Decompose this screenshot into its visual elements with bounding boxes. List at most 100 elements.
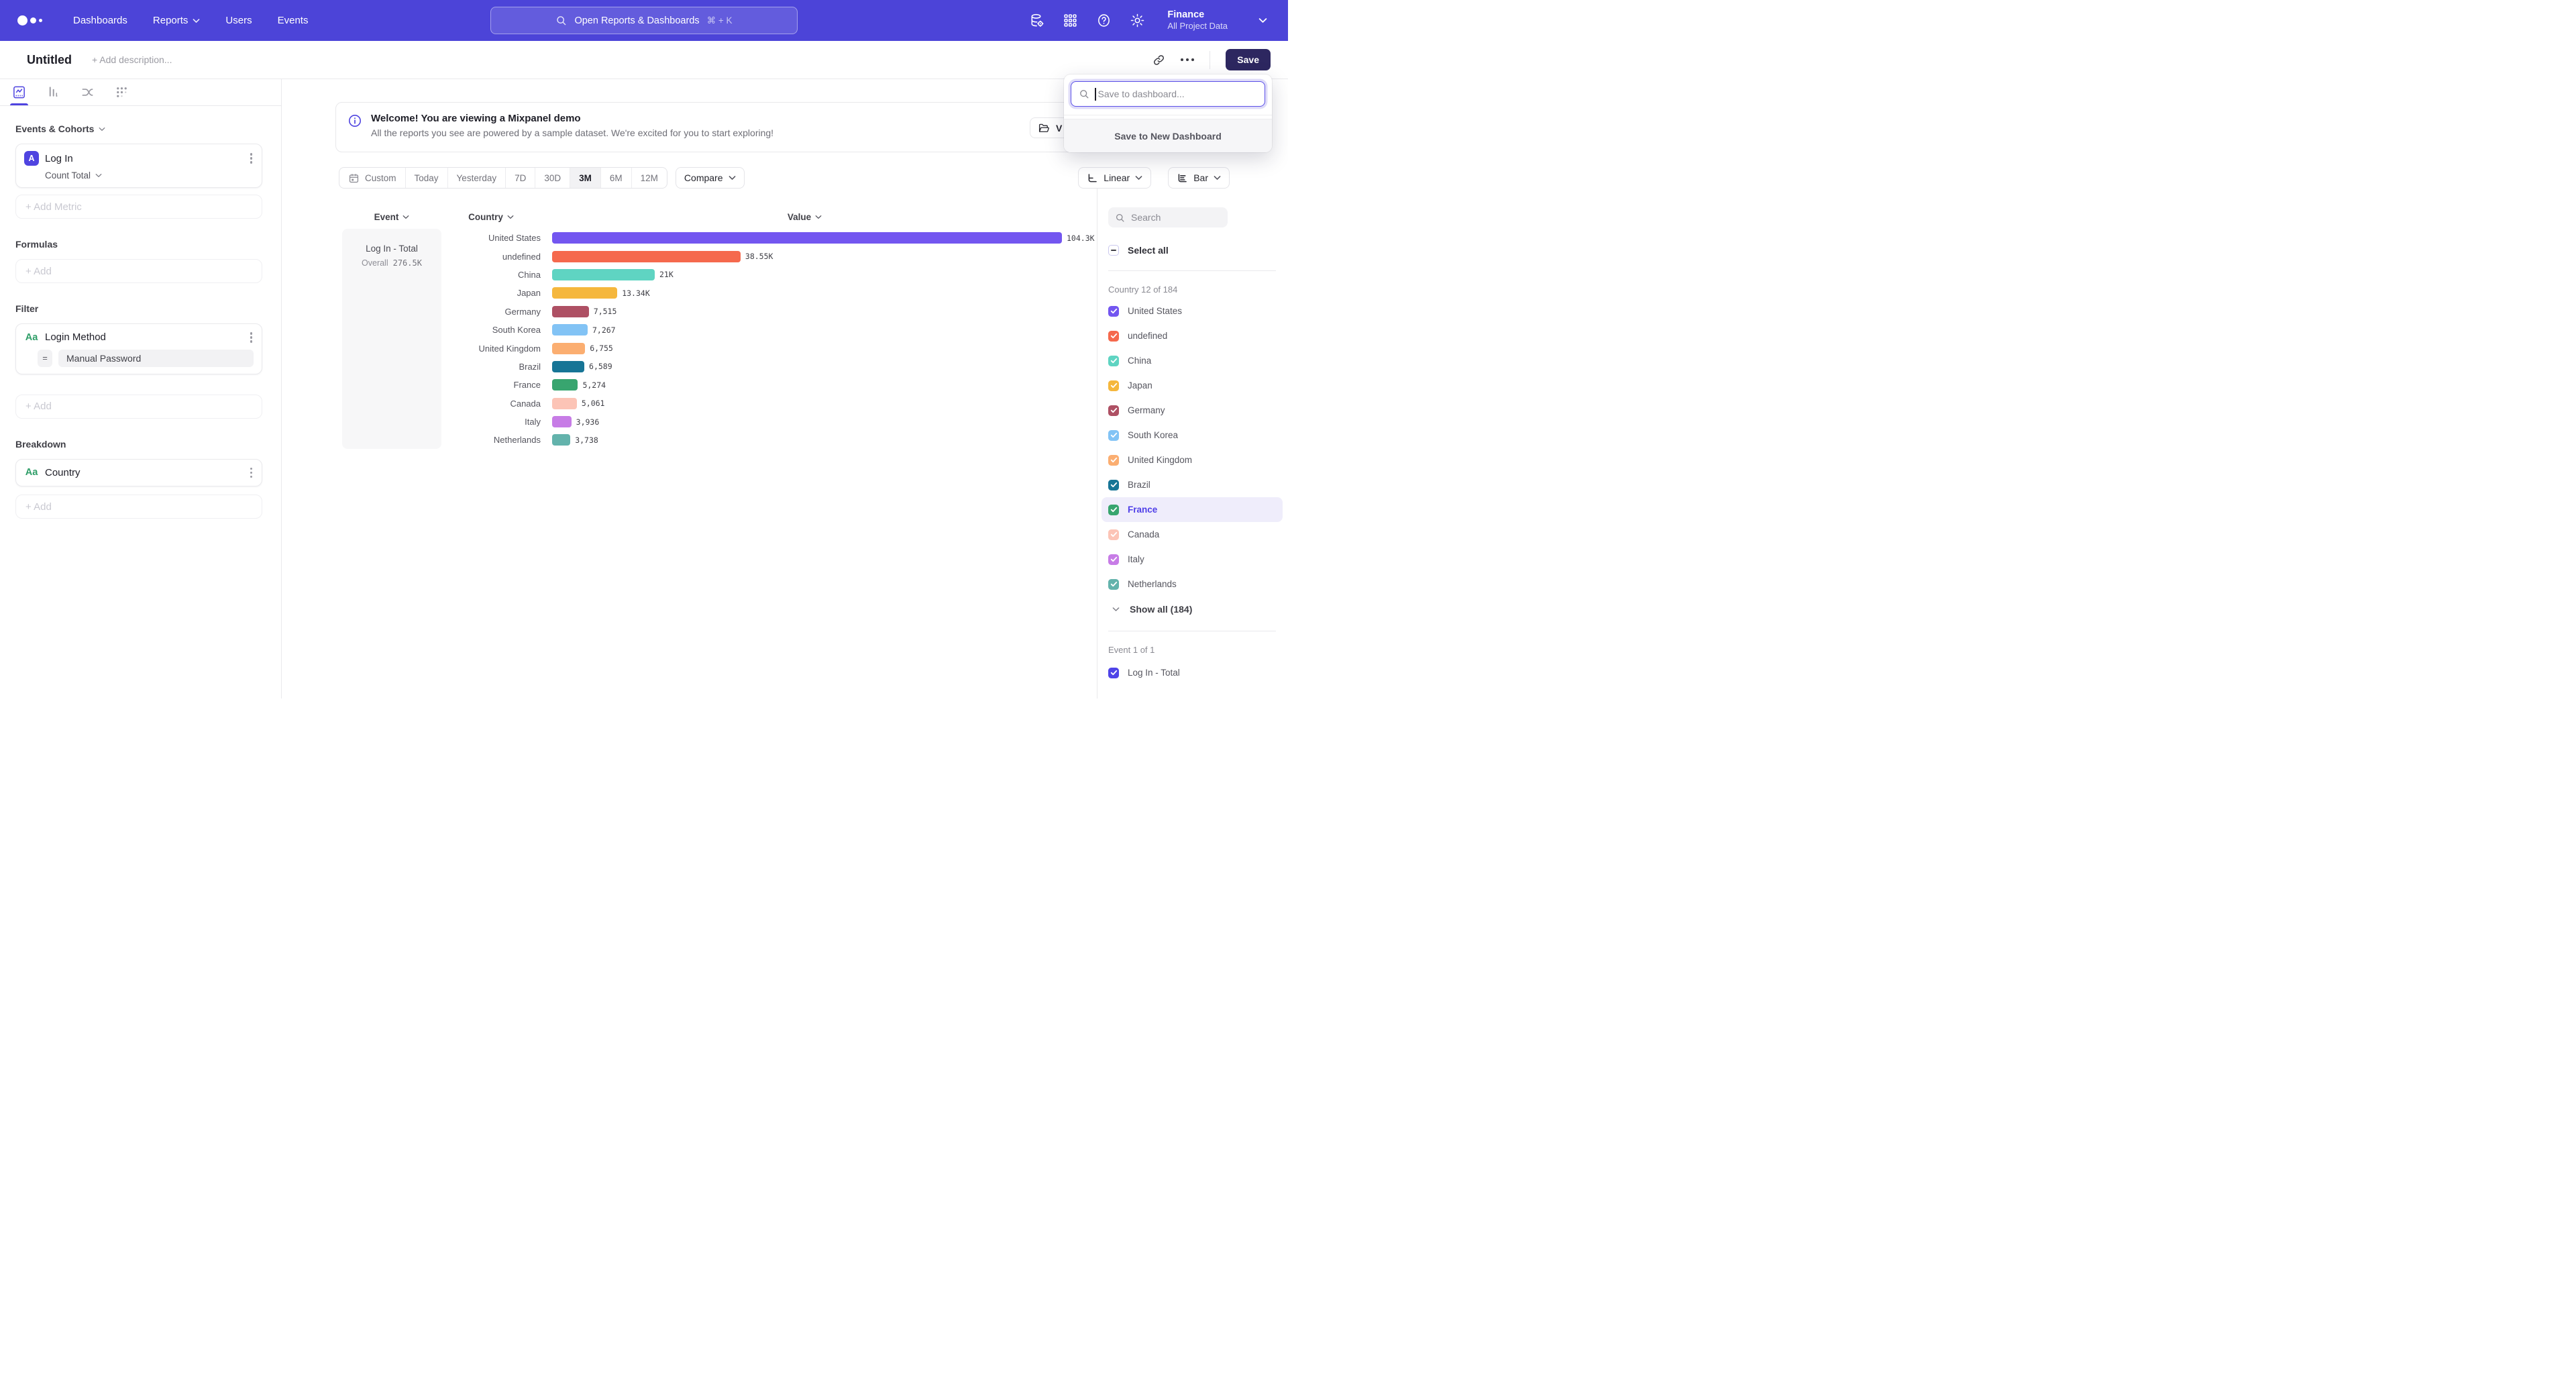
- bar[interactable]: [552, 343, 585, 354]
- data-management-icon[interactable]: [1029, 13, 1044, 28]
- help-icon[interactable]: [1096, 13, 1112, 28]
- bar-row: undefined 38.55K: [441, 247, 1097, 265]
- add-filter-button[interactable]: + Add: [15, 395, 262, 419]
- add-metric-button[interactable]: + Add Metric: [15, 195, 262, 219]
- kebab-menu-icon[interactable]: [249, 466, 254, 480]
- bar[interactable]: [552, 434, 570, 446]
- date-3m-selected[interactable]: 3M: [570, 168, 601, 188]
- legend-item[interactable]: United States: [1102, 299, 1283, 323]
- bar[interactable]: [552, 251, 741, 262]
- legend-item[interactable]: Japan: [1102, 373, 1283, 398]
- date-yesterday[interactable]: Yesterday: [448, 168, 506, 188]
- kebab-menu-icon[interactable]: [249, 331, 254, 344]
- filter-card-login-method[interactable]: Aa Login Method = Manual Password: [15, 323, 262, 374]
- add-breakdown-button[interactable]: + Add: [15, 495, 262, 519]
- checkbox-checked[interactable]: [1108, 455, 1119, 466]
- folder-open-icon: [1038, 122, 1050, 134]
- checkbox-checked[interactable]: [1108, 529, 1119, 540]
- checkbox-checked[interactable]: [1108, 505, 1119, 515]
- legend-item[interactable]: Netherlands: [1102, 572, 1283, 597]
- date-custom[interactable]: Custom: [339, 168, 406, 188]
- legend-panel: Search Select all Country 12 of 184 Unit…: [1097, 189, 1288, 698]
- checkbox-checked[interactable]: [1108, 356, 1119, 366]
- legend-search-input[interactable]: Search: [1108, 207, 1228, 227]
- add-description-field[interactable]: + Add description...: [92, 54, 172, 65]
- tab-funnels[interactable]: [46, 79, 61, 105]
- checkbox-checked[interactable]: [1108, 668, 1119, 678]
- chevron-down-icon: [815, 215, 822, 219]
- nav-dashboards[interactable]: Dashboards: [73, 15, 127, 26]
- nav-events[interactable]: Events: [278, 15, 309, 26]
- chevron-down-icon: [1135, 175, 1142, 180]
- filter-operator[interactable]: =: [38, 350, 52, 367]
- metric-card-log-in[interactable]: A Log In Count Total: [15, 144, 262, 188]
- checkbox-checked[interactable]: [1108, 430, 1119, 441]
- column-header-country[interactable]: Country: [441, 212, 541, 222]
- nav-reports[interactable]: Reports: [153, 15, 201, 26]
- calendar-icon: [348, 172, 360, 184]
- column-header-value[interactable]: Value: [552, 212, 1057, 222]
- tab-flows[interactable]: [80, 79, 95, 105]
- copy-link-icon[interactable]: [1152, 54, 1165, 66]
- date-12m[interactable]: 12M: [632, 168, 667, 188]
- save-button[interactable]: Save: [1226, 49, 1271, 70]
- legend-item[interactable]: Italy: [1102, 547, 1283, 572]
- checkbox-checked[interactable]: [1108, 380, 1119, 391]
- tab-retention[interactable]: [114, 79, 129, 105]
- legend-item[interactable]: United Kingdom: [1102, 448, 1283, 472]
- select-all-row[interactable]: Select all: [1108, 245, 1276, 256]
- scale-selector[interactable]: Linear: [1078, 167, 1151, 189]
- bar[interactable]: [552, 398, 577, 409]
- bar[interactable]: [552, 324, 588, 335]
- global-search[interactable]: Open Reports & Dashboards ⌘ + K: [490, 7, 798, 34]
- date-6m[interactable]: 6M: [601, 168, 632, 188]
- mixpanel-logo-icon[interactable]: [17, 15, 42, 25]
- legend-item-event[interactable]: Log In - Total: [1102, 660, 1283, 685]
- date-today[interactable]: Today: [406, 168, 448, 188]
- checkbox-checked[interactable]: [1108, 579, 1119, 590]
- event-summary-card[interactable]: Log In - Total Overall 276.5K: [342, 229, 441, 449]
- bar[interactable]: [552, 287, 617, 299]
- column-header-event[interactable]: Event: [342, 212, 441, 222]
- bar[interactable]: [552, 416, 572, 427]
- bar[interactable]: [552, 361, 584, 372]
- filter-value[interactable]: Manual Password: [58, 350, 254, 367]
- checkbox-checked[interactable]: [1108, 306, 1119, 317]
- project-selector[interactable]: Finance All Project Data: [1167, 9, 1228, 32]
- chart-type-selector[interactable]: Bar: [1168, 167, 1230, 189]
- legend-item-highlighted[interactable]: France: [1102, 497, 1283, 522]
- legend-item[interactable]: Brazil: [1102, 472, 1283, 497]
- more-options-icon[interactable]: [1181, 58, 1194, 61]
- legend-item[interactable]: Germany: [1102, 398, 1283, 423]
- apps-grid-icon[interactable]: [1063, 13, 1078, 28]
- bar[interactable]: [552, 269, 655, 280]
- legend-item[interactable]: South Korea: [1102, 423, 1283, 448]
- save-to-new-dashboard-button[interactable]: Save to New Dashboard: [1064, 119, 1272, 152]
- breakdown-card-country[interactable]: Aa Country: [15, 459, 262, 487]
- settings-gear-icon[interactable]: [1130, 13, 1145, 28]
- nav-users[interactable]: Users: [225, 15, 252, 26]
- kebab-menu-icon[interactable]: [249, 152, 254, 165]
- compare-button[interactable]: Compare: [676, 167, 745, 189]
- legend-item[interactable]: Canada: [1102, 522, 1283, 547]
- legend-item[interactable]: undefined: [1102, 323, 1283, 348]
- aggregation-selector[interactable]: Count Total: [24, 170, 254, 180]
- checkbox-checked[interactable]: [1108, 405, 1119, 416]
- checkbox-checked[interactable]: [1108, 331, 1119, 342]
- bar[interactable]: [552, 379, 578, 391]
- report-title[interactable]: Untitled: [27, 53, 72, 67]
- save-dashboard-search-input[interactable]: Save to dashboard...: [1071, 81, 1265, 107]
- select-all-checkbox-indeterminate[interactable]: [1108, 245, 1119, 256]
- add-formula-button[interactable]: + Add: [15, 259, 262, 283]
- legend-item[interactable]: China: [1102, 348, 1283, 373]
- date-7d[interactable]: 7D: [506, 168, 535, 188]
- show-all-toggle[interactable]: Show all (184): [1108, 597, 1276, 621]
- tab-insights[interactable]: [11, 79, 27, 105]
- checkbox-checked[interactable]: [1108, 554, 1119, 565]
- bar[interactable]: [552, 306, 589, 317]
- bar[interactable]: [552, 232, 1062, 244]
- events-cohorts-header[interactable]: Events & Cohorts: [15, 123, 262, 134]
- project-chevron-down-icon[interactable]: [1255, 13, 1271, 28]
- checkbox-checked[interactable]: [1108, 480, 1119, 490]
- date-30d[interactable]: 30D: [535, 168, 570, 188]
